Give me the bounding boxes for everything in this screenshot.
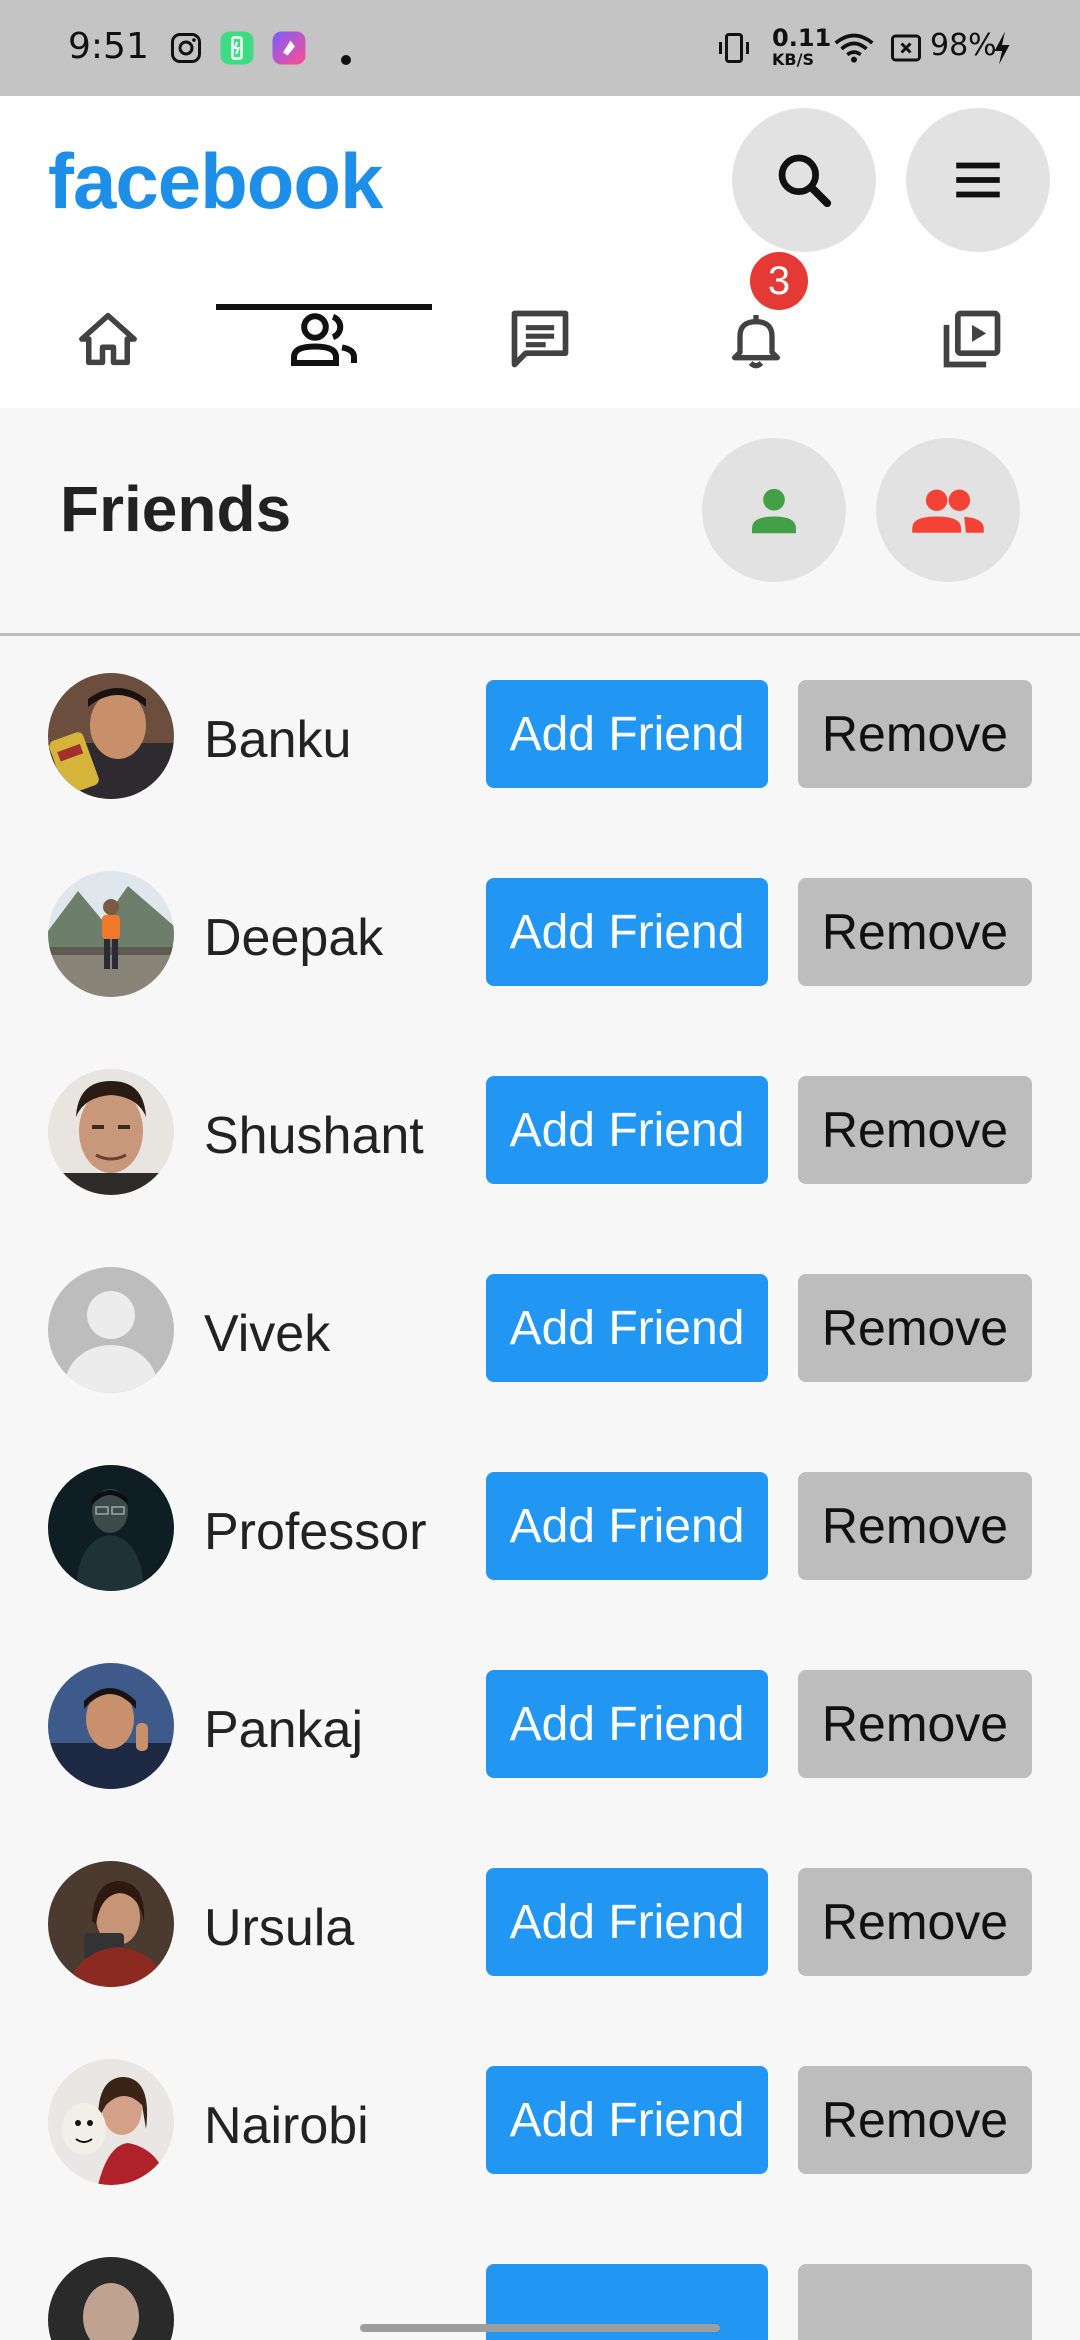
add-friend-button[interactable]: Add Friend (486, 1076, 768, 1184)
add-friend-button[interactable]: Add Friend (486, 1274, 768, 1382)
friend-name[interactable]: Vivek (204, 1304, 330, 1364)
friends-icon (291, 313, 357, 366)
avatar[interactable] (48, 1663, 174, 1789)
remove-button[interactable]: Remove (798, 680, 1032, 788)
battery-saver-icon (220, 31, 254, 65)
friends-header: Friends (0, 408, 1080, 636)
friend-name[interactable]: Deepak (204, 908, 383, 968)
add-friend-button[interactable]: Add Friend (486, 1670, 768, 1778)
home-icon (79, 312, 137, 366)
add-friend-button[interactable]: Add Friend (486, 878, 768, 986)
avatar[interactable] (48, 1069, 174, 1195)
add-friend-button[interactable]: Add Friend (486, 1868, 768, 1976)
list-item: Pankaj Add Friend Remove (0, 1630, 1080, 1828)
avatar-placeholder (48, 1267, 174, 1393)
status-time: 9:51 (68, 26, 149, 67)
avatar-photo (48, 1663, 174, 1789)
list-item: Banku Add Friend Remove (0, 640, 1080, 838)
search-icon (778, 154, 832, 208)
person-icon (752, 488, 796, 534)
network-speed-unit: KB/S (772, 50, 814, 69)
list-item: Shushant Add Friend Remove (0, 1036, 1080, 1234)
remove-button[interactable]: Remove (798, 1274, 1032, 1382)
remove-button-partial[interactable] (798, 2264, 1032, 2340)
active-tab-indicator (216, 304, 432, 310)
friend-suggestions-button[interactable] (702, 438, 846, 582)
battery-percent: 98% (930, 28, 997, 63)
list-item: Vivek Add Friend Remove (0, 1234, 1080, 1432)
messages-icon (511, 310, 569, 368)
network-speed-value: 0.11 (772, 24, 832, 52)
list-item: Ursula Add Friend Remove (0, 1828, 1080, 2026)
status-bar: 9:51 0.11 KB/S 98% (0, 0, 1080, 96)
avatar-photo (48, 2257, 174, 2340)
video-icon (943, 310, 1001, 368)
tab-friends[interactable] (216, 270, 432, 408)
avatar[interactable] (48, 1267, 174, 1393)
app-header: facebook (0, 96, 1080, 408)
instagram-icon (171, 33, 201, 63)
shortcut-icon (272, 31, 306, 65)
add-friend-button[interactable]: Add Friend (486, 1472, 768, 1580)
charging-icon (994, 31, 1010, 65)
wifi-icon (834, 33, 874, 63)
search-button[interactable] (732, 108, 876, 252)
list-item: Nairobi Add Friend Remove (0, 2026, 1080, 2224)
avatar[interactable] (48, 1861, 174, 1987)
friend-name[interactable]: Pankaj (204, 1700, 363, 1760)
tab-videos[interactable] (864, 270, 1080, 408)
avatar-photo (48, 1861, 174, 1987)
page-title: Friends (60, 473, 292, 545)
add-friend-button[interactable]: Add Friend (486, 2066, 768, 2174)
bell-icon (732, 315, 780, 369)
friend-name[interactable]: Ursula (204, 1898, 354, 1958)
remove-button[interactable]: Remove (798, 1868, 1032, 1976)
friend-name[interactable]: Professor (204, 1502, 427, 1562)
avatar-photo (48, 871, 174, 997)
remove-button[interactable]: Remove (798, 1472, 1032, 1580)
home-indicator[interactable] (360, 2324, 720, 2332)
tab-messages[interactable] (432, 270, 648, 408)
menu-button[interactable] (906, 108, 1050, 252)
sim-blocked-icon (891, 34, 921, 62)
avatar-photo (48, 1465, 174, 1591)
all-friends-button[interactable] (876, 438, 1020, 582)
avatar-photo (48, 2059, 174, 2185)
list-item: Professor Add Friend Remove (0, 1432, 1080, 1630)
list-item: Deepak Add Friend Remove (0, 838, 1080, 1036)
remove-button[interactable]: Remove (798, 1076, 1032, 1184)
notification-badge: 3 (750, 252, 808, 310)
add-friend-button[interactable]: Add Friend (486, 680, 768, 788)
remove-button[interactable]: Remove (798, 1670, 1032, 1778)
avatar[interactable] (48, 871, 174, 997)
remove-button[interactable]: Remove (798, 878, 1032, 986)
avatar[interactable] (48, 2059, 174, 2185)
friend-name[interactable]: Nairobi (204, 2096, 369, 2156)
tab-home[interactable] (0, 270, 216, 408)
avatar[interactable] (48, 673, 174, 799)
avatar[interactable] (48, 2257, 174, 2340)
dot-icon (341, 55, 351, 65)
menu-icon (956, 162, 1000, 198)
friend-name[interactable]: Shushant (204, 1106, 424, 1166)
avatar-photo (48, 1069, 174, 1195)
friend-name[interactable]: Banku (204, 710, 351, 770)
group-icon (912, 489, 984, 533)
facebook-logo[interactable]: facebook (48, 136, 383, 227)
avatar-photo (48, 673, 174, 799)
remove-button[interactable]: Remove (798, 2066, 1032, 2174)
vibrate-icon (719, 33, 749, 63)
list-item-partial (0, 2224, 1080, 2340)
avatar[interactable] (48, 1465, 174, 1591)
